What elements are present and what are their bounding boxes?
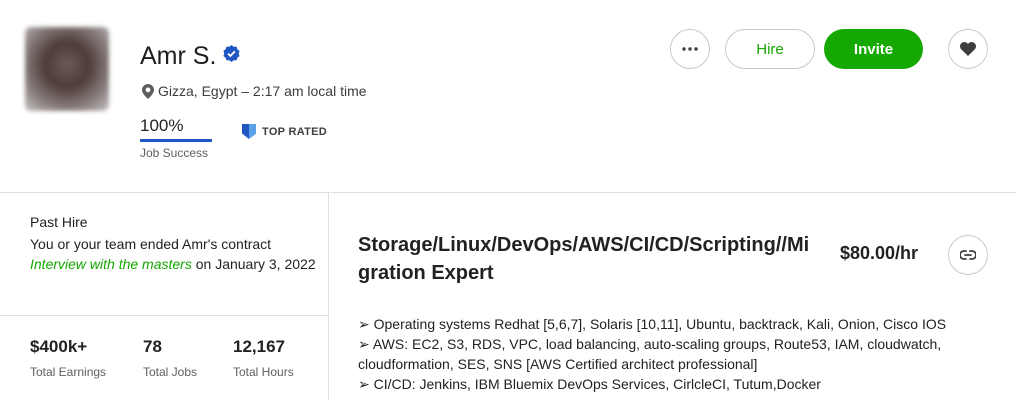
section-divider: [0, 192, 1016, 193]
stat-value: 12,167: [233, 337, 285, 356]
job-success-value: 100%: [140, 116, 184, 135]
description-line: ➢ Operating systems Redhat [5,6,7], Sola…: [358, 316, 947, 332]
map-pin-icon: [142, 83, 154, 99]
stat-total-earnings: $400k+ Total Earnings: [30, 337, 106, 379]
location: Gizza, Egypt – 2:17 am local time: [142, 83, 367, 99]
top-rated-label: TOP RATED: [262, 125, 328, 138]
stat-total-hours: 12,167 Total Hours: [233, 337, 294, 379]
location-text: Gizza, Egypt – 2:17 am local time: [158, 83, 367, 99]
job-success-label: Job Success: [140, 146, 209, 160]
avatar: [25, 27, 109, 111]
top-rated-badge: TOP RATED: [242, 124, 327, 139]
top-rated-icon: [242, 124, 256, 139]
sidebar-divider: [0, 315, 328, 316]
more-horizontal-icon: [682, 47, 698, 51]
job-description: ➢ Operating systems Redhat [5,6,7], Sola…: [358, 314, 978, 394]
past-hire-text: You or your team ended Amr's contract In…: [30, 234, 320, 274]
invite-button[interactable]: Invite: [824, 29, 923, 69]
stat-label: Total Jobs: [143, 365, 198, 379]
freelancer-name: Amr S.: [140, 42, 217, 70]
more-options-button[interactable]: [670, 29, 710, 69]
job-success-bar: [140, 139, 212, 142]
past-hire-text-prefix: You or your team ended Amr's contract: [30, 236, 272, 252]
copy-link-button[interactable]: [948, 235, 988, 275]
stat-label: Total Earnings: [30, 365, 107, 379]
stat-value: $400k+: [30, 337, 88, 356]
column-divider: [328, 193, 329, 400]
hire-button[interactable]: Hire: [725, 29, 815, 69]
past-hire-contract-link[interactable]: Interview with the masters: [30, 256, 192, 272]
hourly-rate: $80.00/hr: [840, 243, 919, 263]
save-favorite-button[interactable]: [948, 29, 988, 69]
past-hire-title: Past Hire: [30, 214, 88, 230]
verified-badge-icon: [223, 45, 240, 62]
heart-icon: [960, 42, 976, 56]
job-title: Storage/Linux/DevOps/AWS/CI/CD/Scripting…: [358, 234, 810, 284]
past-hire-text-suffix: on January 3, 2022: [191, 256, 316, 272]
stat-label: Total Hours: [233, 365, 294, 379]
description-line: ➢ AWS: EC2, S3, RDS, VPC, load balancing…: [358, 336, 942, 352]
description-line: ➢ CI/CD: Jenkins, IBM Bluemix DevOps Ser…: [358, 376, 821, 392]
description-line: cloudformation, SES, SNS [AWS Certified …: [358, 356, 758, 372]
stat-value: 78: [143, 337, 162, 356]
link-icon: [960, 250, 976, 260]
stat-total-jobs: 78 Total Jobs: [143, 337, 197, 379]
